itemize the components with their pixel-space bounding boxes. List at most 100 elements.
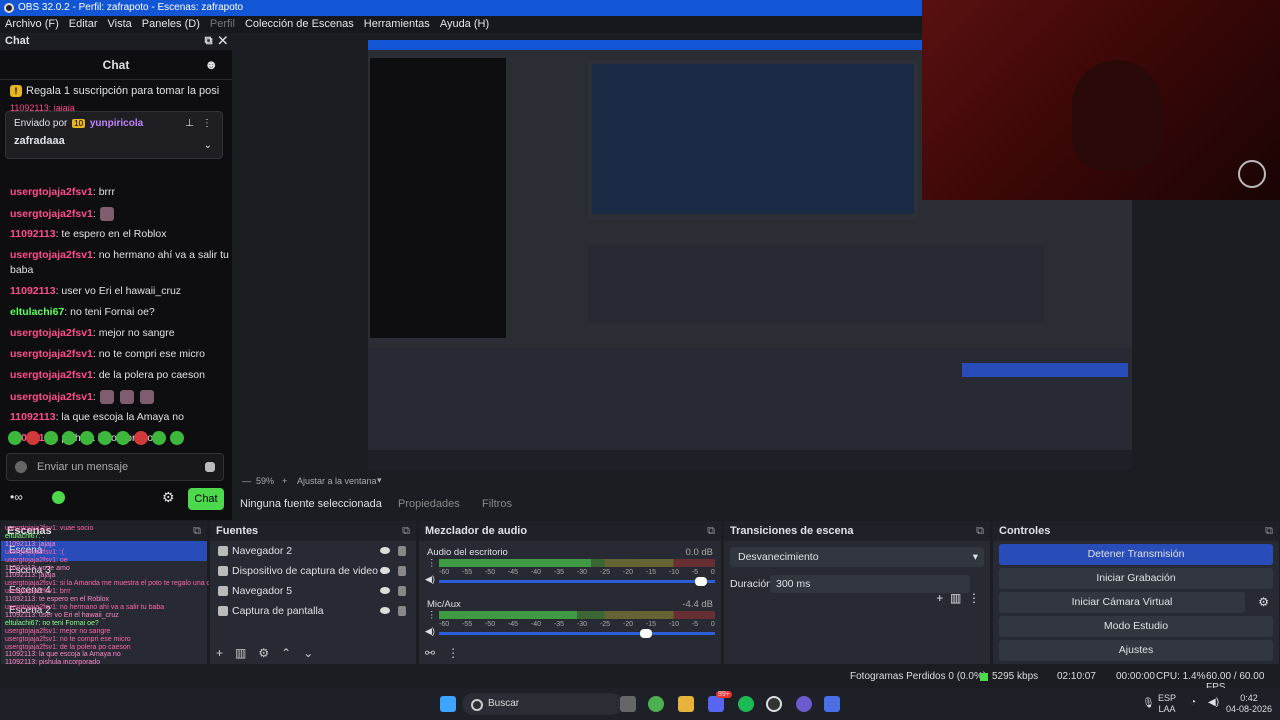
discord-icon[interactable] — [708, 696, 724, 712]
chrome-icon[interactable] — [648, 696, 664, 712]
trash-icon[interactable]: ▥ — [235, 646, 246, 660]
link-icon[interactable]: ⚯ — [425, 646, 435, 660]
menu-scene-collection[interactable]: Colección de Escenas — [240, 16, 359, 33]
menu-edit[interactable]: Editar — [64, 16, 103, 33]
bits-icon[interactable]: •∞ — [10, 490, 23, 504]
gear-icon[interactable]: ⚙ — [162, 489, 175, 506]
zoom-in-icon[interactable]: + — [282, 476, 287, 486]
chat-username[interactable]: 11092113 — [10, 411, 56, 423]
volume-slider[interactable] — [439, 629, 715, 638]
emote-icon[interactable] — [116, 431, 130, 445]
pin-icon[interactable]: ⊥ — [185, 118, 194, 129]
volume-icon[interactable]: ◀) — [1208, 697, 1219, 708]
more-icon[interactable]: ⋮ — [427, 610, 437, 621]
chat-input[interactable]: Enviar un mensaje — [6, 453, 224, 481]
close-icon[interactable]: ✕ — [219, 35, 227, 47]
emote-icon[interactable] — [62, 431, 76, 445]
up-icon[interactable]: ⌃ — [281, 646, 291, 660]
undock-icon[interactable]: ⧉ — [402, 521, 410, 541]
chat-username[interactable]: eltulachi67 — [10, 306, 64, 318]
points-icon[interactable] — [52, 491, 65, 504]
chat-username[interactable]: usergtojaja2fsv1 — [10, 327, 93, 339]
start-recording-button[interactable]: Iniciar Grabación — [999, 568, 1273, 589]
undock-icon[interactable]: ⧉ — [976, 521, 984, 541]
menu-view[interactable]: Vista — [103, 16, 137, 33]
eye-icon[interactable] — [380, 547, 390, 554]
slider-knob[interactable] — [694, 577, 707, 586]
eye-icon[interactable] — [380, 587, 390, 594]
chat-send-button[interactable]: Chat — [188, 488, 224, 510]
undock-icon[interactable]: ⧉ — [1265, 521, 1273, 541]
chat-username[interactable]: usergtojaja2fsv1 — [10, 348, 93, 360]
app-icon[interactable] — [824, 696, 840, 712]
emote-icon[interactable] — [80, 431, 94, 445]
chevron-down-icon[interactable]: ▾ — [377, 475, 382, 486]
emote-icon[interactable] — [170, 431, 184, 445]
more-icon[interactable]: ⋮ — [202, 118, 212, 129]
zoom-out-icon[interactable]: — — [242, 476, 251, 486]
chat-username[interactable]: usergtojaja2fsv1 — [10, 369, 93, 381]
settings-button[interactable]: Ajustes — [999, 640, 1273, 661]
speaker-icon[interactable]: ◀) — [425, 574, 435, 585]
mic-icon[interactable]: 🎙 — [1142, 698, 1155, 709]
windows-start-icon[interactable] — [440, 696, 456, 712]
emote-icon[interactable] — [8, 431, 22, 445]
clock[interactable]: 0:42 04-08-2026 — [1224, 693, 1274, 715]
menu-docks[interactable]: Paneles (D) — [137, 16, 205, 33]
chat-username[interactable]: usergtojaja2fsv1 — [10, 391, 93, 403]
undock-icon[interactable]: ⧉ — [193, 521, 201, 541]
gear-icon[interactable]: ⚙ — [1258, 595, 1269, 609]
gift-banner[interactable]: ! Regala 1 suscripción para tomar la pos… — [0, 80, 232, 102]
menu-help[interactable]: Ayuda (H) — [435, 16, 494, 33]
folder-icon[interactable] — [678, 696, 694, 712]
obs-icon[interactable] — [766, 696, 782, 712]
app-icon[interactable] — [796, 696, 812, 712]
emote-icon[interactable] — [26, 431, 40, 445]
chat-username[interactable]: 11092113 — [10, 228, 56, 240]
spotify-icon[interactable] — [738, 696, 754, 712]
lock-icon[interactable] — [398, 546, 406, 556]
studio-mode-button[interactable]: Modo Estudio — [999, 616, 1273, 637]
menu-profile[interactable]: Perfil — [205, 16, 240, 33]
emote-icon[interactable] — [152, 431, 166, 445]
emote-icon[interactable] — [98, 431, 112, 445]
undock-icon[interactable]: ⧉ — [205, 35, 213, 47]
emote-icon[interactable] — [44, 431, 58, 445]
wifi-icon[interactable]: ◔ — [1190, 697, 1196, 708]
chat-username[interactable]: usergtojaja2fsv1 — [10, 249, 93, 261]
stop-streaming-button[interactable]: Detener Transmisión — [999, 544, 1273, 565]
source-item[interactable]: Navegador 5 — [210, 581, 416, 601]
trash-icon[interactable]: ▥ — [950, 591, 961, 605]
gear-icon[interactable]: ⚙ — [258, 646, 269, 660]
add-icon[interactable]: + — [216, 646, 223, 660]
down-icon[interactable]: ⌄ — [303, 646, 313, 660]
volume-slider[interactable] — [439, 577, 715, 586]
lock-icon[interactable] — [398, 586, 406, 596]
chevron-down-icon[interactable]: ⌄ — [204, 140, 212, 151]
slider-knob[interactable] — [639, 629, 652, 638]
users-icon[interactable]: ☻ — [204, 50, 218, 80]
eye-icon[interactable] — [380, 567, 390, 574]
chat-username[interactable]: usergtojaja2fsv1 — [10, 186, 93, 198]
lock-icon[interactable] — [398, 566, 406, 576]
pinned-message[interactable]: Enviado por 10 yunpiricola ⊥ ⋮ zafradaaa… — [5, 111, 223, 159]
chat-username[interactable]: usergtojaja2fsv1 — [10, 208, 93, 220]
filters-button[interactable]: Filtros — [460, 494, 522, 514]
language-indicator[interactable]: ESP LAA — [1158, 693, 1176, 715]
more-icon[interactable]: ⋮ — [427, 558, 437, 569]
start-virtual-camera-button[interactable]: Iniciar Cámara Virtual — [999, 592, 1245, 613]
more-icon[interactable]: ⋮ — [447, 646, 459, 660]
more-icon[interactable]: ⋮ — [968, 591, 980, 605]
emote-icon[interactable] — [134, 431, 148, 445]
lock-icon[interactable] — [398, 606, 406, 616]
task-view-icon[interactable] — [620, 696, 636, 712]
properties-button[interactable]: Propiedades — [376, 494, 470, 514]
undock-icon[interactable]: ⧉ — [707, 521, 715, 541]
zoom-fit[interactable]: Ajustar a la ventana — [297, 476, 377, 486]
chat-username[interactable]: 11092113 — [10, 285, 56, 297]
transition-select[interactable]: Desvanecimiento — [730, 547, 984, 567]
source-item[interactable]: Dispositivo de captura de video 3 — [210, 561, 416, 581]
source-item[interactable]: Navegador 2 — [210, 541, 416, 561]
sub-icon[interactable] — [15, 461, 27, 473]
source-item[interactable]: Captura de pantalla — [210, 601, 416, 621]
